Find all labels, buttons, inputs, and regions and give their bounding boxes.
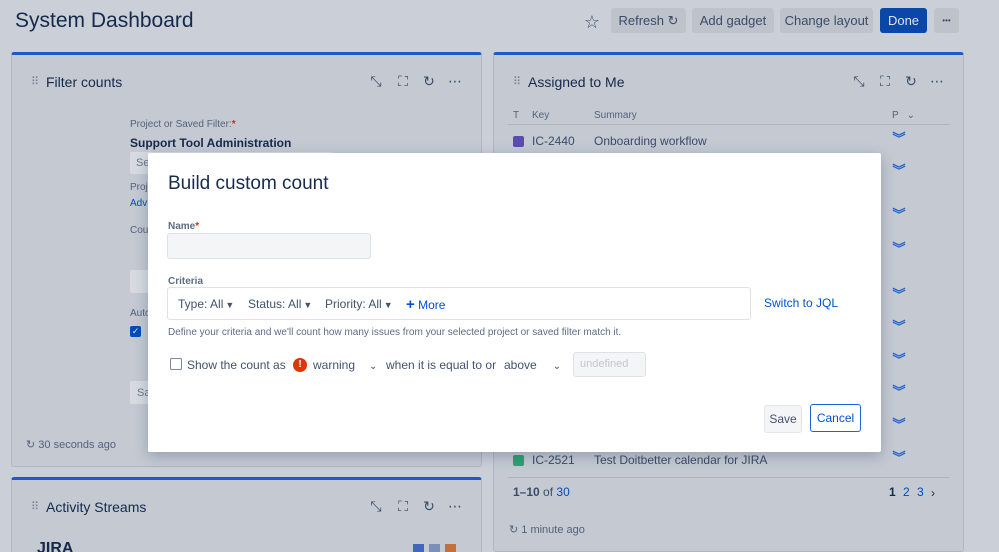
plus-icon: + bbox=[406, 296, 415, 313]
warning-icon: ! bbox=[293, 358, 307, 372]
priority-filter-dropdown[interactable]: Priority: All ▼ bbox=[325, 297, 393, 311]
criteria-builder: Type: All ▼ Status: All ▼ Priority: All ▼ +… bbox=[167, 287, 751, 320]
show-count-label: Show the count as bbox=[187, 358, 286, 372]
save-button[interactable]: Save bbox=[764, 405, 802, 433]
status-filter-dropdown[interactable]: Status: All ▼ bbox=[248, 297, 312, 311]
build-custom-count-dialog: Build custom count Name* Criteria Type: … bbox=[148, 153, 881, 452]
more-criteria-button[interactable]: + More bbox=[406, 296, 445, 313]
threshold-input[interactable]: undefined bbox=[573, 352, 646, 377]
severity-select[interactable]: warning ⌄ bbox=[313, 358, 377, 372]
switch-to-jql-link[interactable]: Switch to JQL bbox=[764, 296, 838, 310]
when-label: when it is equal to or bbox=[386, 358, 497, 372]
name-label: Name* bbox=[168, 221, 200, 232]
comparison-select[interactable]: above ⌄ bbox=[504, 358, 561, 372]
show-count-checkbox[interactable] bbox=[170, 358, 182, 370]
chevron-down-icon: ⌄ bbox=[552, 361, 562, 372]
chevron-down-icon: ▼ bbox=[303, 300, 313, 310]
chevron-down-icon: ⌄ bbox=[369, 361, 378, 372]
chevron-down-icon: ▼ bbox=[225, 300, 235, 310]
threshold-placeholder: undefined bbox=[580, 358, 629, 370]
cancel-button[interactable]: Cancel bbox=[810, 404, 861, 432]
criteria-label: Criteria bbox=[168, 276, 204, 287]
name-input[interactable] bbox=[167, 233, 371, 259]
chevron-down-icon: ▼ bbox=[383, 300, 393, 310]
criteria-help-text: Define your criteria and we'll count how… bbox=[168, 327, 622, 338]
dialog-title: Build custom count bbox=[168, 173, 329, 194]
type-filter-dropdown[interactable]: Type: All ▼ bbox=[178, 297, 234, 311]
